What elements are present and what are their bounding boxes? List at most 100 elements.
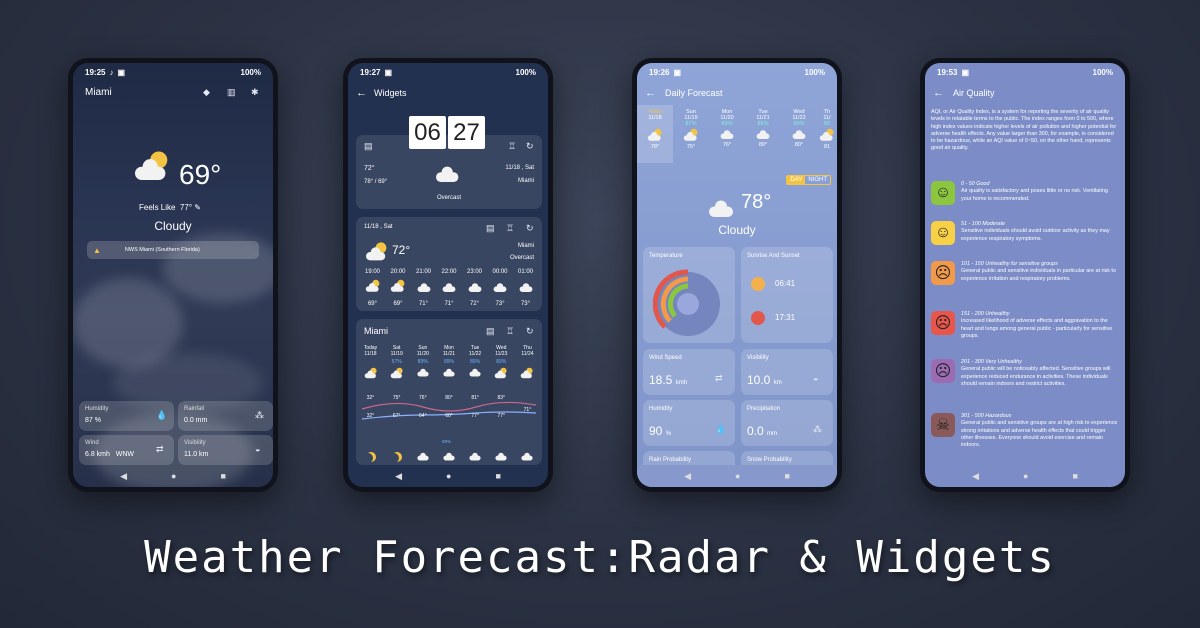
- cube-icon[interactable]: ◆: [203, 87, 210, 98]
- edit-icon[interactable]: ✎: [194, 203, 201, 212]
- weather-icon: [135, 151, 168, 185]
- temperature-card[interactable]: Temperature: [643, 247, 735, 343]
- day-tab[interactable]: Tue 11/21 89% 80°: [745, 105, 781, 163]
- recents-nav-icon[interactable]: ■: [220, 471, 225, 481]
- visibility-card[interactable]: Visibility 11.0 km ◒: [178, 435, 273, 465]
- screen-title: Widgets: [374, 88, 407, 98]
- recents-nav-icon[interactable]: ■: [1072, 471, 1077, 481]
- battery-text: 100%: [804, 67, 825, 77]
- battery-text: 100%: [240, 67, 261, 77]
- day-tab[interactable]: Wed 11/22 89% 80°: [781, 105, 817, 163]
- visibility-card[interactable]: Visibility 10.0 km ◒: [741, 349, 833, 395]
- recents-nav-icon[interactable]: ■: [495, 471, 500, 481]
- current-weather-screen: 19:25 ♪ ▣ 100% Miami ◆ ▥ ✱ 69° Feels Like 7…: [73, 63, 273, 487]
- sunrise-icon: [751, 277, 765, 291]
- widget-shirt-icon[interactable]: ♖: [506, 326, 514, 337]
- status-time: 19:25: [85, 67, 106, 77]
- droplet-icon: 💧: [156, 410, 168, 420]
- daily-widget[interactable]: Miami ▤ ♖ ↻ Today 11/18 Sat 11/19 57% Sun 11…: [356, 319, 542, 465]
- highlow-col: 80° 60°: [445, 395, 453, 419]
- widget-shirt-icon[interactable]: ♖: [508, 141, 516, 152]
- humidity-card[interactable]: Humidity 87 % 💧: [79, 401, 174, 431]
- day-col: Sun 11/20 89%: [410, 345, 435, 382]
- back-nav-icon[interactable]: ◀: [972, 471, 979, 482]
- back-nav-icon[interactable]: ◀: [120, 471, 127, 482]
- home-nav-icon[interactable]: ●: [1023, 471, 1028, 481]
- daily-forecast-screen: 19:26 ▣ 100% ← Daily Forecast Today 11/18 78…: [637, 63, 837, 487]
- day-col: Today 11/18: [358, 345, 383, 382]
- nav-bar: ◀ ● ■: [348, 465, 548, 487]
- back-arrow-icon[interactable]: ←: [933, 87, 944, 99]
- partly-cloudy-icon: [366, 242, 387, 263]
- aqi-level-unhealthy: ☹ 151 - 200 Unhealthy Increased likelihood…: [931, 311, 1119, 340]
- day-toggle[interactable]: DAY: [787, 176, 806, 184]
- sun-card[interactable]: Sunrise And Sunset 06:41 17:31: [741, 247, 833, 343]
- widget-file-icon[interactable]: ▤: [486, 326, 495, 337]
- gear-icon[interactable]: ✱: [251, 87, 259, 98]
- day-tab[interactable]: Mon 11/20 89% 76°: [709, 105, 745, 163]
- screen-title: Daily Forecast: [665, 88, 723, 98]
- aqi-level-moderate: ☺ 51 - 100 Moderate Sensitive individuals …: [931, 221, 1119, 245]
- night-toggle[interactable]: NIGHT: [805, 176, 830, 184]
- visibility-icon: ◒: [255, 444, 261, 454]
- weather-alert[interactable]: ▲ NWS Miami (Southern Florida): [87, 241, 259, 259]
- highlow-col: 75° 67°: [392, 395, 401, 419]
- cloudy-icon: [709, 199, 733, 217]
- recents-nav-icon[interactable]: ■: [784, 471, 789, 481]
- visibility-icon: ◒: [813, 373, 819, 383]
- widget-refresh-icon[interactable]: ↻: [526, 223, 534, 234]
- hour-col: 01:00 73°: [517, 269, 533, 307]
- wind-card[interactable]: Wind 6.8 kmh WNW ⇄: [79, 435, 174, 465]
- back-nav-icon[interactable]: ◀: [684, 471, 691, 482]
- clock-minutes: 27: [448, 116, 485, 149]
- home-nav-icon[interactable]: ●: [171, 471, 176, 481]
- aqi-level-sensitive: ☹ 101 - 150 Unhealthy for sensitive group…: [931, 261, 1119, 285]
- widget-shirt-icon[interactable]: ♖: [506, 223, 514, 234]
- overcast-icon: [436, 165, 459, 183]
- mask-face-icon: ☹: [931, 311, 955, 335]
- day-tab-selected[interactable]: Today 11/18 78°: [637, 105, 673, 163]
- air-quality-screen: 19:53 ▣ 100% ← Air Quality AQI, or Air Qua…: [925, 63, 1125, 487]
- widget-refresh-icon[interactable]: ↻: [526, 141, 534, 152]
- gasmask-face-icon: ☹: [931, 359, 955, 383]
- wind-icon: ⇄: [715, 373, 723, 383]
- headline: Weather Forecast:Radar & Widgets: [144, 532, 1056, 583]
- widget-file-icon[interactable]: ▤: [486, 223, 495, 234]
- nav-bar: ◀ ● ■: [925, 465, 1125, 487]
- hourly-widget[interactable]: 11/18 , Sat ▤ ♖ ↻ 72° Miami Overcast 19:…: [356, 217, 542, 311]
- back-nav-icon[interactable]: ◀: [395, 471, 402, 482]
- phone-widgets: 19:27 ▣ 100% ← Widgets ▤ ♖ ↻ 72° 78° / 69°…: [343, 58, 553, 492]
- warning-icon: ▲: [93, 245, 101, 255]
- highlow-col: 83° 77°: [497, 395, 506, 419]
- building-icon[interactable]: ▥: [227, 87, 236, 98]
- wind-speed-card[interactable]: Wind Speed 18.5 kmh ⇄: [643, 349, 735, 395]
- home-nav-icon[interactable]: ●: [446, 471, 451, 481]
- highlow-col: 32° 32°: [366, 395, 375, 419]
- highlow-col: 81° 77°: [471, 395, 479, 419]
- hour-col: 21:00 71°: [415, 269, 431, 307]
- day-col: Wed 11/23 89%: [489, 345, 514, 382]
- day-night-toggle[interactable]: DAY NIGHT: [786, 175, 831, 185]
- day-col: Tue 11/22 89%: [463, 345, 488, 382]
- clock-hours: 06: [409, 116, 446, 149]
- humidity-card[interactable]: Humidity 90 % 💧: [643, 400, 735, 446]
- notification-icon: ▣: [117, 67, 126, 77]
- widget-file-icon[interactable]: ▤: [364, 141, 373, 152]
- rainfall-card[interactable]: Rainfall 0.0 mm ⁂: [178, 401, 273, 431]
- city-name[interactable]: Miami: [85, 87, 112, 98]
- nav-bar: ◀ ● ■: [73, 465, 273, 487]
- back-arrow-icon[interactable]: ←: [356, 87, 367, 99]
- precipitation-card[interactable]: Precipitation 0.0 mm ⁂: [741, 400, 833, 446]
- day-tab[interactable]: Th 11/89 81: [817, 105, 837, 163]
- hour-col: 23:00 72°: [466, 269, 482, 307]
- aqi-level-very-unhealthy: ☹ 201 - 300 Very Unhealthy General public …: [931, 359, 1119, 388]
- sad-face-icon: ☹: [931, 261, 955, 285]
- phone-daily-forecast: 19:26 ▣ 100% ← Daily Forecast Today 11/18 78…: [632, 58, 842, 492]
- day-temp: 78°: [741, 191, 772, 213]
- back-arrow-icon[interactable]: ←: [645, 87, 656, 99]
- droplet-icon: 💧: [715, 424, 727, 434]
- widget-refresh-icon[interactable]: ↻: [526, 326, 534, 337]
- day-tab[interactable]: Sun 11/19 87% 75°: [673, 105, 709, 163]
- feels-like: Feels Like 77° ✎: [139, 203, 201, 212]
- home-nav-icon[interactable]: ●: [735, 471, 740, 481]
